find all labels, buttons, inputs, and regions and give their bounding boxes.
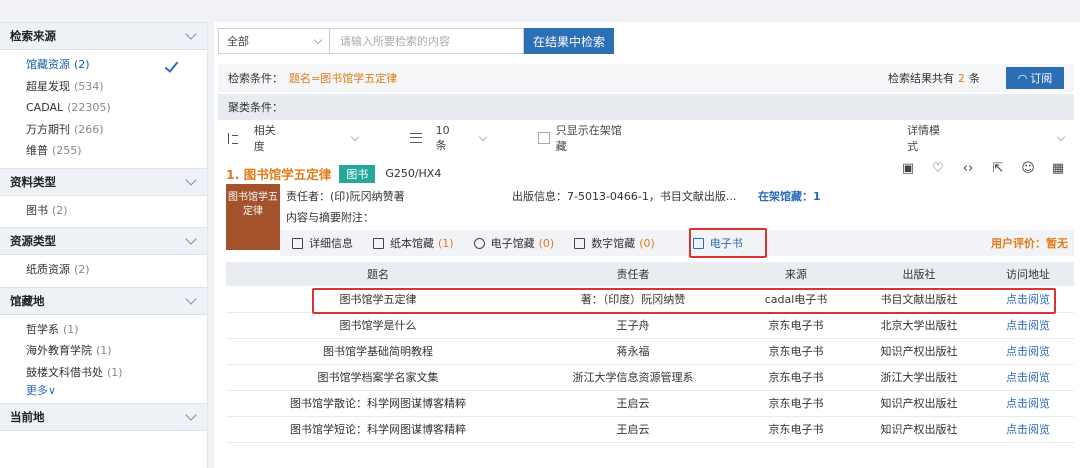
e-icon [473, 237, 485, 249]
shelf-link[interactable]: 在架馆藏：1 [758, 188, 821, 204]
filter-item[interactable]: 馆藏资源 (2) [0, 54, 207, 76]
favorite-icon[interactable]: ♡ [930, 160, 946, 176]
cluster-row: 聚类条件： [218, 94, 1074, 120]
section-location: 馆藏地 哲学系 (1) 海外教育学院 (1) 鼓楼文科借书处 (1) 更多∨ [0, 286, 207, 404]
qrcode-icon[interactable]: ▦ [1050, 160, 1066, 176]
chevron-down-icon[interactable] [478, 132, 488, 141]
digital-icon [574, 237, 586, 249]
only-available-checkbox[interactable] [537, 132, 550, 144]
page-size-select[interactable]: 10条 [436, 124, 460, 153]
search-condition-row: 检索条件： 题名=图书馆学五定律 检索结果共有 2 条 ◠ 订阅 [218, 64, 1074, 92]
call-number: G250/HX4 [385, 167, 442, 180]
table-row: 图书馆学短论：科学网图谋博客精粹 王启云 京东电子书 知识产权出版社 点击阅览 [226, 416, 1074, 443]
table-row: 图书馆学散论：科学网图谋博客精粹 王启云 京东电子书 知识产权出版社 点击阅览 [226, 390, 1074, 417]
section-resource-type: 资源类型 纸质资源 (2) [0, 227, 207, 287]
chevron-down-icon[interactable] [185, 28, 197, 40]
results-panel: 全部 请输入所要检索的内容 在结果中检索 检索条件： 题名=图书馆学五定律 检索… [214, 22, 1080, 468]
rss-icon: ◠ [1017, 71, 1028, 85]
chevron-down-icon[interactable] [185, 233, 197, 245]
chevron-down-icon[interactable] [1056, 132, 1066, 141]
chevron-down-icon[interactable] [185, 292, 197, 305]
chevron-down-icon [313, 35, 323, 44]
record-tabs: 详细信息 纸本馆藏 (1) 电子馆藏 (0) 数字馆藏 (0) 电子书 用户评价：暂无 [280, 230, 1074, 256]
like-icon[interactable]: ☺ [1020, 160, 1036, 176]
paper-icon [373, 237, 384, 249]
table-row: 图书馆学基础简明教程 蒋永福 京东电子书 知识产权出版社 点击阅览 [226, 338, 1074, 365]
record-title-link[interactable]: 1. 图书馆学五定律 [226, 164, 331, 183]
read-link[interactable]: 点击阅览 [982, 364, 1074, 391]
ebook-tab-marker [689, 228, 767, 258]
condition-value: 题名=图书馆学五定律 [289, 72, 398, 85]
table-header: 题名 责任者 来源 出版社 访问地址 [226, 262, 1074, 286]
tab-detail[interactable]: 详细信息 [292, 235, 353, 251]
chevron-down-icon[interactable] [185, 173, 197, 186]
type-tag: 图书 [339, 164, 376, 183]
chevron-down-icon[interactable] [350, 132, 360, 141]
section-header-current[interactable]: 当前地 [0, 403, 207, 431]
filter-item[interactable]: 海外教育学院 (1) [0, 340, 207, 362]
record-meta: 责任者：(印)阮冈纳赞著 出版信息：7-5013-0466-1，书目文献出版..… [286, 188, 821, 204]
read-link[interactable]: 点击阅览 [982, 312, 1074, 339]
filter-item[interactable]: 维普 (255) [0, 140, 207, 162]
section-doc-type: 资料类型 图书 (2) [0, 167, 207, 228]
filter-item[interactable]: 鼓楼文科借书处 (1) [0, 362, 207, 384]
chevron-down-icon[interactable] [185, 409, 197, 421]
sort-row: 相关度 10条 只显示在架馆藏 详情模式 [218, 122, 1074, 154]
read-link[interactable]: 点击阅览 [982, 416, 1074, 443]
tab-digital[interactable]: 数字馆藏 (0) [574, 235, 655, 251]
section-header-resource-type[interactable]: 资源类型 [0, 227, 207, 255]
first-row-marker [312, 288, 1056, 314]
search-bar: 全部 请输入所要检索的内容 在结果中检索 [218, 28, 614, 54]
more-link[interactable]: 更多∨ [0, 383, 207, 401]
sort-select[interactable]: 相关度 [254, 122, 286, 154]
tab-paper[interactable]: 纸本馆藏 (1) [373, 235, 454, 251]
view-mode-select[interactable]: 详情模式 [907, 122, 950, 154]
detail-icon [292, 237, 303, 249]
table-row: 图书馆学档案学名家文集 浙江大学信息资源管理系 京东电子书 浙江大学出版社 点击阅览 [226, 364, 1074, 391]
export-icon[interactable]: ⇱ [990, 160, 1006, 176]
section-header-source[interactable]: 检索来源 [0, 22, 207, 50]
filter-item[interactable]: 图书 (2) [0, 200, 207, 222]
filter-item[interactable]: 万方期刊 (266) [0, 119, 207, 141]
tab-electronic[interactable]: 电子馆藏 (0) [473, 235, 554, 251]
record-tools: ▣ ♡ ‹› ⇱ ☺ ▦ [900, 160, 1066, 176]
search-input[interactable]: 请输入所要检索的内容 [330, 28, 524, 54]
filter-item[interactable]: 超星发现 (534) [0, 76, 207, 98]
filter-item[interactable]: CADAL (22305) [0, 97, 207, 119]
search-in-results-button[interactable]: 在结果中检索 [524, 28, 614, 54]
section-current: 当前地 [0, 403, 207, 431]
filter-item[interactable]: 纸质资源 (2) [0, 259, 207, 281]
read-link[interactable]: 点击阅览 [982, 338, 1074, 365]
user-rating: 用户评价：暂无 [991, 237, 1068, 250]
sort-icon [228, 132, 240, 144]
section-source: 检索来源 馆藏资源 (2) 超星发现 (534) CADAL (22305) 万方期刊… [0, 22, 207, 168]
record-abstract: 内容与摘要附注： [286, 211, 374, 224]
scope-select[interactable]: 全部 [218, 28, 330, 54]
section-header-location[interactable]: 馆藏地 [0, 286, 207, 315]
cite-icon[interactable]: ▣ [900, 160, 916, 176]
book-cover[interactable]: 图书馆学五定律 [226, 184, 280, 250]
filter-sidebar: 检索来源 馆藏资源 (2) 超星发现 (534) CADAL (22305) 万方期刊… [0, 22, 208, 468]
section-header-doc-type[interactable]: 资料类型 [0, 167, 207, 196]
list-icon [409, 133, 422, 143]
result-count: 2 [958, 71, 965, 85]
table-row: 图书馆学是什么 王子舟 京东电子书 北京大学出版社 点击阅览 [226, 312, 1074, 339]
filter-item[interactable]: 哲学系 (1) [0, 319, 207, 341]
record-title-row: 1. 图书馆学五定律 图书 G250/HX4 [226, 164, 441, 183]
check-icon [164, 58, 179, 73]
code-icon[interactable]: ‹› [960, 160, 976, 176]
read-link[interactable]: 点击阅览 [982, 390, 1074, 417]
subscribe-button[interactable]: ◠ 订阅 [1006, 67, 1064, 89]
